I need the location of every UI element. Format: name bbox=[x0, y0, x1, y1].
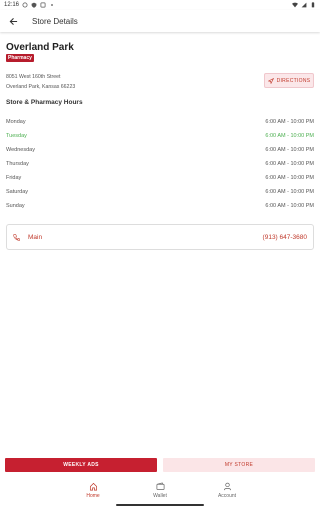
time-label: 6:00 AM - 10:00 PM bbox=[265, 133, 314, 139]
time-label: 6:00 AM - 10:00 PM bbox=[265, 147, 314, 153]
weekly-ads-button[interactable]: WEEKLY ADS bbox=[5, 458, 157, 472]
nav-label: Account bbox=[217, 492, 237, 499]
hour-row-friday: Friday 6:00 AM - 10:00 PM bbox=[6, 171, 314, 185]
account-icon bbox=[223, 482, 231, 490]
phone-label: Main bbox=[28, 233, 43, 241]
hour-row-thursday: Thursday 6:00 AM - 10:00 PM bbox=[6, 157, 314, 171]
home-icon bbox=[89, 482, 97, 490]
app-bar: Store Details bbox=[0, 10, 320, 32]
day-label: Saturday bbox=[6, 189, 29, 195]
nav-label: Wallet bbox=[153, 492, 167, 499]
time-label: 6:00 AM - 10:00 PM bbox=[265, 203, 314, 209]
phone-icon bbox=[13, 233, 20, 241]
status-bar: 12:16 bbox=[0, 0, 320, 10]
day-label: Wednesday bbox=[6, 147, 35, 153]
nav-label: Home bbox=[86, 492, 100, 499]
hour-row-tuesday: Tuesday 6:00 AM - 10:00 PM bbox=[6, 129, 314, 143]
nav-item-home[interactable]: Home bbox=[60, 476, 127, 504]
notification-status-icon bbox=[40, 2, 46, 8]
shield-status-icon bbox=[31, 2, 37, 8]
signal-icon bbox=[301, 2, 307, 8]
hour-row-wednesday: Wednesday 6:00 AM - 10:00 PM bbox=[6, 143, 314, 157]
day-label: Monday bbox=[6, 119, 26, 125]
directions-button[interactable]: DIRECTIONS bbox=[264, 73, 314, 88]
nav-item-wallet[interactable]: Wallet bbox=[127, 476, 194, 504]
home-indicator[interactable] bbox=[116, 504, 204, 506]
back-button[interactable] bbox=[6, 14, 20, 28]
day-label: Friday bbox=[6, 175, 22, 181]
nav-item-account[interactable]: Account bbox=[194, 476, 261, 504]
time-label: 6:00 AM - 10:00 PM bbox=[265, 119, 314, 125]
battery-icon bbox=[311, 2, 315, 8]
time-label: 6:00 AM - 10:00 PM bbox=[265, 161, 314, 167]
dot-status-icon bbox=[51, 4, 53, 6]
page-title: Store Details bbox=[32, 16, 78, 26]
phone-card[interactable]: Main (913) 647-3680 bbox=[6, 224, 314, 250]
store-address: 8051 West 160th Street Overland Park, Ka… bbox=[6, 72, 75, 92]
time-label: 6:00 AM - 10:00 PM bbox=[265, 189, 314, 195]
status-time: 12:16 bbox=[4, 2, 20, 8]
day-label: Thursday bbox=[6, 161, 29, 167]
store-name: Overland Park bbox=[6, 42, 74, 53]
pharmacy-badge: Pharmacy bbox=[6, 54, 34, 62]
bottom-buttons: WEEKLY ADS MY STORE bbox=[5, 458, 315, 472]
day-label: Sunday bbox=[6, 203, 25, 209]
arrow-back-icon bbox=[9, 17, 17, 25]
time-label: 6:00 AM - 10:00 PM bbox=[265, 175, 314, 181]
navigation-icon bbox=[267, 77, 274, 84]
day-label: Tuesday bbox=[6, 133, 27, 139]
hour-row-monday: Monday 6:00 AM - 10:00 PM bbox=[6, 115, 314, 129]
address-line-2: Overland Park, Kansas 66223 bbox=[6, 84, 76, 90]
directions-label: DIRECTIONS bbox=[276, 77, 311, 84]
phone-number[interactable]: (913) 647-3680 bbox=[263, 234, 307, 241]
hour-row-saturday: Saturday 6:00 AM - 10:00 PM bbox=[6, 185, 314, 199]
wifi-icon bbox=[292, 2, 298, 8]
my-store-button[interactable]: MY STORE bbox=[163, 458, 315, 472]
settings-status-icon bbox=[22, 2, 28, 8]
address-line-1: 8051 West 160th Street bbox=[6, 74, 61, 80]
hours-title: Store & Pharmacy Hours bbox=[6, 99, 83, 106]
bottom-nav: Home Wallet Account bbox=[0, 476, 320, 504]
hours-list: Monday 6:00 AM - 10:00 PM Tuesday 6:00 A… bbox=[6, 115, 314, 213]
wallet-icon bbox=[156, 481, 164, 490]
hour-row-sunday: Sunday 6:00 AM - 10:00 PM bbox=[6, 199, 314, 213]
